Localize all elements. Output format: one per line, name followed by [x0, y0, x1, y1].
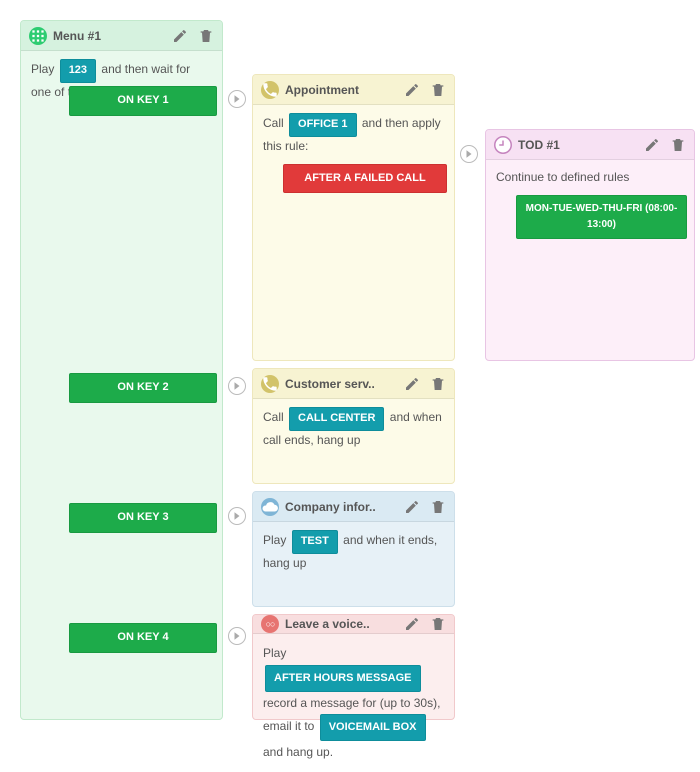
node-header: ○○ Leave a voice..	[253, 615, 454, 634]
sentence-text: and hang up.	[263, 745, 333, 759]
phone-icon	[261, 375, 279, 393]
trash-icon[interactable]	[198, 28, 214, 44]
sentence-text: Play	[263, 533, 286, 547]
node-title: TOD #1	[518, 138, 644, 152]
option-key-1[interactable]: ON KEY 1	[69, 86, 217, 116]
rule-schedule[interactable]: MON-TUE-WED-THU-FRI (08:00-13:00)	[516, 195, 687, 239]
node-menu[interactable]: Menu #1 Play 123 and then wait for one o…	[20, 20, 223, 720]
option-key-3[interactable]: ON KEY 3	[69, 503, 217, 533]
node-header: Company infor..	[253, 492, 454, 522]
menu-icon	[29, 27, 47, 45]
sentence-text: and when it ends, hang up	[263, 533, 437, 570]
connector-arrow-icon	[228, 627, 246, 645]
edit-icon[interactable]	[404, 499, 420, 515]
edit-icon[interactable]	[644, 137, 660, 153]
node-title: Menu #1	[53, 29, 172, 43]
trash-icon[interactable]	[430, 616, 446, 632]
sentence-text: Play	[263, 646, 286, 660]
tag-target[interactable]: OFFICE 1	[289, 113, 357, 137]
sentence-text: Call	[263, 116, 284, 130]
sentence-text: Call	[263, 410, 284, 424]
node-title: Leave a voice..	[285, 617, 404, 631]
node-body: Play TEST and when it ends, hang up	[253, 522, 454, 606]
connector-arrow-icon	[460, 145, 478, 163]
cloud-icon	[261, 498, 279, 516]
tag-sound[interactable]: TEST	[292, 530, 338, 554]
trash-icon[interactable]	[430, 82, 446, 98]
connector-arrow-icon	[228, 507, 246, 525]
edit-icon[interactable]	[404, 376, 420, 392]
option-key-4[interactable]: ON KEY 4	[69, 623, 217, 653]
node-header: Menu #1	[21, 21, 222, 51]
node-header: TOD #1	[486, 130, 694, 160]
trash-icon[interactable]	[430, 376, 446, 392]
tag-sound[interactable]: 123	[60, 59, 96, 83]
rule-after-failed-call[interactable]: AFTER A FAILED CALL	[283, 164, 447, 194]
tag-sound[interactable]: AFTER HOURS MESSAGE	[265, 665, 421, 692]
clock-icon	[494, 136, 512, 154]
node-header: Customer serv..	[253, 369, 454, 399]
edit-icon[interactable]	[172, 28, 188, 44]
node-tod[interactable]: TOD #1 Continue to defined rules MON-TUE…	[485, 129, 695, 361]
voicemail-icon: ○○	[261, 615, 279, 633]
tag-mailbox[interactable]: VOICEMAIL BOX	[320, 714, 426, 741]
node-company-info[interactable]: Company infor.. Play TEST and when it en…	[252, 491, 455, 607]
option-key-2[interactable]: ON KEY 2	[69, 373, 217, 403]
tag-target[interactable]: CALL CENTER	[289, 407, 384, 431]
sentence-text: Play	[31, 62, 54, 76]
edit-icon[interactable]	[404, 616, 420, 632]
node-body: Continue to defined rules MON-TUE-WED-TH…	[486, 160, 694, 360]
trash-icon[interactable]	[430, 499, 446, 515]
node-voicemail[interactable]: ○○ Leave a voice.. Play AFTER HOURS MESS…	[252, 614, 455, 720]
sentence-text: Continue to defined rules	[496, 168, 684, 187]
node-body: Call CALL CENTER and when call ends, han…	[253, 399, 454, 483]
connector-arrow-icon	[228, 377, 246, 395]
node-body: Play 123 and then wait for one of these …	[21, 51, 222, 719]
node-title: Appointment	[285, 83, 404, 97]
node-body: Play AFTER HOURS MESSAGE record a messag…	[253, 634, 454, 772]
node-appointment[interactable]: Appointment Call OFFICE 1 and then apply…	[252, 74, 455, 361]
connector-arrow-icon	[228, 90, 246, 108]
edit-icon[interactable]	[404, 82, 420, 98]
trash-icon[interactable]	[670, 137, 686, 153]
phone-icon	[261, 81, 279, 99]
node-customer-service[interactable]: Customer serv.. Call CALL CENTER and whe…	[252, 368, 455, 484]
node-body: Call OFFICE 1 and then apply this rule: …	[253, 105, 454, 360]
node-title: Company infor..	[285, 500, 404, 514]
node-header: Appointment	[253, 75, 454, 105]
node-title: Customer serv..	[285, 377, 404, 391]
